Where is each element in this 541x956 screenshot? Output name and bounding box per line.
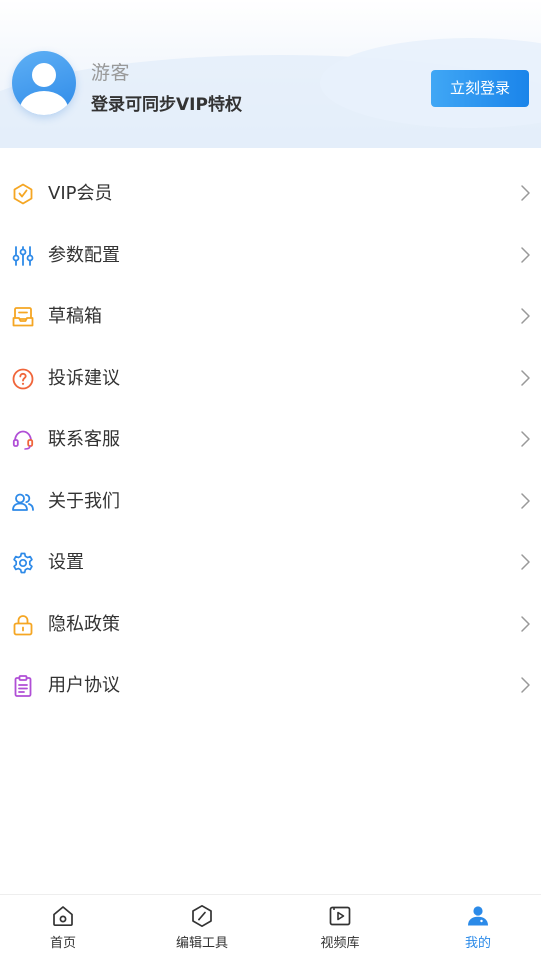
menu-item-label: 关于我们	[48, 490, 120, 512]
profile-icon	[468, 906, 488, 926]
chevron-right-icon	[521, 492, 530, 509]
tab-label: 编辑工具	[175, 936, 228, 951]
menu-item-customer-service[interactable]: 联系客服	[0, 409, 541, 471]
menu-item-user-agreement[interactable]: 用户协议	[0, 655, 541, 717]
menu-item-settings-params[interactable]: 参数配置	[0, 225, 541, 287]
headset-icon	[12, 430, 34, 450]
chevron-right-icon	[521, 677, 530, 693]
tab-mine[interactable]: 我的	[423, 895, 533, 956]
home-icon	[53, 906, 73, 927]
question-circle-icon	[12, 368, 34, 389]
tab-edit-tools[interactable]: 编辑工具	[147, 895, 257, 956]
menu-item-label: 投诉建议	[48, 367, 120, 389]
tab-label: 我的	[464, 936, 491, 951]
chevron-right-icon	[521, 431, 530, 447]
tab-label: 视频库	[320, 936, 360, 951]
default-avatar-icon	[20, 63, 68, 115]
chevron-right-icon	[521, 554, 530, 570]
menu-item-label: 用户协议	[48, 675, 120, 696]
menu-item-drafts[interactable]: 草稿箱	[0, 286, 541, 348]
login-hint: 登录可同步VIP特权	[91, 95, 242, 115]
menu-item-privacy-policy[interactable]: 隐私政策	[0, 594, 541, 656]
edit-tool-icon	[192, 904, 212, 928]
menu-item-feedback[interactable]: 投诉建议	[0, 348, 541, 410]
login-button[interactable]: 立刻登录	[431, 70, 529, 107]
menu-item-vip[interactable]: VIP会员	[0, 163, 541, 225]
tab-video-library[interactable]: 视频库	[285, 895, 395, 956]
guest-name: 游客	[91, 62, 131, 84]
menu-list: VIP会员 参数配置 草稿箱 投诉建议 联系客服 关于我们 设置 隐私政策 用户…	[0, 163, 541, 717]
tab-home[interactable]: 首页	[8, 895, 118, 956]
video-library-icon	[329, 906, 351, 926]
chevron-right-icon	[521, 308, 530, 324]
chevron-right-icon	[521, 246, 530, 263]
chevron-right-icon	[521, 615, 530, 632]
clipboard-icon	[14, 675, 32, 697]
sliders-icon	[12, 245, 34, 266]
menu-item-label: 草稿箱	[48, 306, 102, 327]
lock-icon	[13, 614, 33, 635]
menu-item-label: 隐私政策	[48, 613, 120, 635]
bottom-tab-bar: 首页 编辑工具 视频库 我的	[0, 894, 541, 956]
menu-item-label: 设置	[48, 552, 84, 573]
profile-header: 游客 登录可同步VIP特权 立刻登录	[0, 0, 541, 148]
drafts-inbox-icon	[12, 307, 34, 327]
chevron-right-icon	[521, 185, 530, 201]
chevron-right-icon	[521, 369, 530, 386]
tab-label: 首页	[49, 936, 76, 951]
avatar[interactable]	[12, 51, 76, 115]
users-icon	[12, 493, 34, 511]
gear-icon	[13, 552, 33, 574]
menu-item-label: 参数配置	[48, 244, 120, 266]
menu-item-label: 联系客服	[48, 429, 120, 450]
menu-item-about-us[interactable]: 关于我们	[0, 471, 541, 533]
vip-badge-icon	[13, 183, 33, 205]
menu-item-label: VIP会员	[48, 183, 113, 204]
menu-item-settings[interactable]: 设置	[0, 532, 541, 594]
